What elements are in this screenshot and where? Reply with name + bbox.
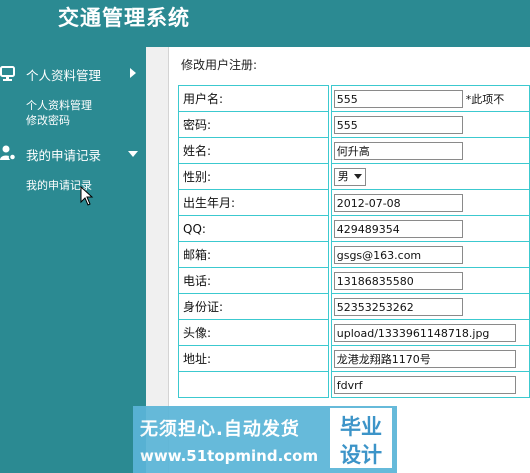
banner-badge: 毕业 设计 [330,408,392,468]
extra-textarea[interactable]: fdvrf [333,375,516,394]
form-row-username: 用户名: 555 *此项不 [178,85,530,112]
form-row-birthdate: 出生年月: 2012-07-08 [178,189,530,216]
form-row-qq: QQ: 429489354 [178,215,530,242]
banner-slogan: 无须担心.自动发货 [140,419,300,440]
password-input[interactable]: 555 [333,115,463,134]
field-label: 出生年月: [178,189,329,216]
field-label: 密码: [178,111,329,138]
field-label: 电话: [178,267,329,294]
form-row-address: 地址: 龙港龙翔路1170号 [178,345,530,372]
form-row-password: 密码: 555 [178,111,530,138]
form-row-gender: 性别: 男 [178,163,530,190]
gender-select[interactable]: 男 [333,167,366,186]
id-card-input[interactable]: 52353253262 [333,297,463,316]
user-edit-form: 用户名: 555 *此项不 密码: 555 姓名: 何升高 性别: 男 出生年月… [178,85,530,398]
sidebar-group-label: 我的申请记录 [26,148,102,163]
field-label: 用户名: [178,85,329,112]
sidebar: 个人资料管理 个人资料管理 修改密码 我的申请记录 我的申请记录 [0,40,146,473]
username-input[interactable]: 555 [333,89,463,108]
chevron-down-icon [128,151,138,157]
sidebar-group-applications[interactable]: 我的申请记录 [0,142,146,166]
name-input[interactable]: 何升高 [333,141,463,160]
badge-text: 毕业 [340,415,382,439]
field-label: 邮箱: [178,241,329,268]
sidebar-item-profile[interactable]: 个人资料管理 [26,97,92,113]
sidebar-group-profile[interactable]: 个人资料管理 [0,62,146,86]
required-note: *此项不 [465,93,505,106]
form-row-email: 邮箱: gsgs@163.com [178,241,530,268]
monitor-icon [0,66,15,81]
qq-input[interactable]: 429489354 [333,219,463,238]
avatar-input[interactable]: upload/1333961148718.jpg [333,323,516,342]
gender-selected-value: 男 [337,169,349,183]
page-title: 修改用户注册: [181,58,258,72]
email-input[interactable]: gsgs@163.com [333,245,463,264]
field-label: 头像: [178,319,329,346]
badge-text: 设计 [340,443,382,467]
phone-input[interactable]: 13186835580 [333,271,463,290]
chevron-down-icon [353,174,362,179]
address-input[interactable]: 龙港龙翔路1170号 [333,349,516,368]
sidebar-item-change-password[interactable]: 修改密码 [26,112,70,128]
mouse-cursor-icon [80,186,94,206]
sidebar-group-label: 个人资料管理 [26,68,102,83]
form-row-avatar: 头像: upload/1333961148718.jpg [178,319,530,346]
field-label: 身份证: [178,293,329,320]
field-label: 姓名: [178,137,329,164]
form-row-name: 姓名: 何升高 [178,137,530,164]
form-row-extra: fdvrf [178,371,530,398]
birthdate-input[interactable]: 2012-07-08 [333,193,463,212]
field-label: 性别: [178,163,329,190]
field-label: QQ: [178,215,329,242]
app-header: 交通管理系统 [0,0,530,40]
user-gear-icon [0,145,16,161]
watermark-banner: 无须担心.自动发货 www.51topmind.com 毕业 设计 [133,406,397,473]
app-title: 交通管理系统 [58,6,190,30]
chevron-right-icon [130,68,136,78]
field-label [178,371,329,398]
field-label: 地址: [178,345,329,372]
banner-url: www.51topmind.com [140,447,319,465]
form-row-id-card: 身份证: 52353253262 [178,293,530,320]
form-row-phone: 电话: 13186835580 [178,267,530,294]
